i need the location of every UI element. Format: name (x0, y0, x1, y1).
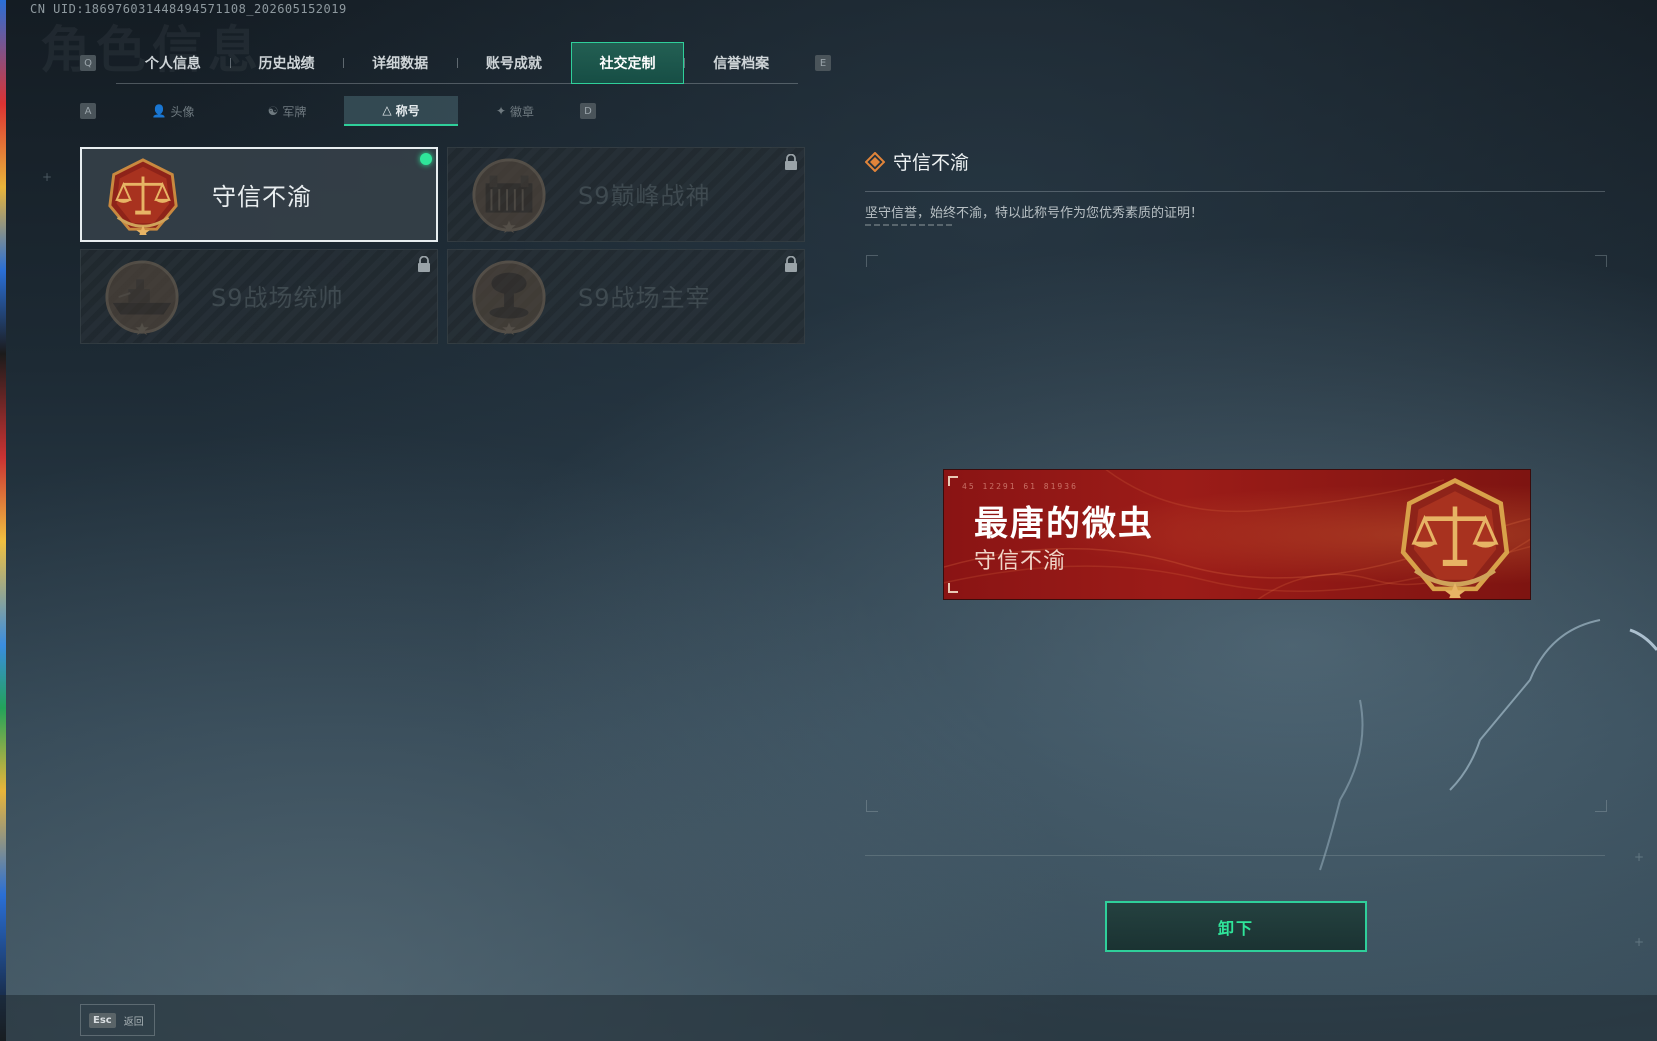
back-label: 返回 (123, 1016, 144, 1028)
main-tab-bar: Q 个人信息 历史战绩 详细数据 账号成就 社交定制 信誉档案 E (80, 42, 831, 84)
diamond-icon (865, 151, 885, 172)
subtab-avatar-label: 头像 (170, 104, 195, 119)
frame-corner (866, 255, 878, 267)
person-icon: 👤 (151, 104, 167, 118)
unequip-button[interactable]: 卸下 (1105, 901, 1367, 952)
description-underline (865, 224, 955, 226)
divider (865, 855, 1605, 856)
subtab-title[interactable]: △ 称号 (344, 96, 458, 126)
fortress-badge-icon (472, 158, 546, 234)
sub-tabs: 👤 头像 ☯ 军牌 △ 称号 ✦ 徽章 (116, 96, 572, 126)
tab-achievements[interactable]: 账号成就 (457, 42, 571, 84)
equipped-indicator (420, 153, 432, 165)
plate-corner (948, 476, 958, 486)
subtab-dogtag[interactable]: ☯ 军牌 (230, 96, 344, 126)
tab-personal-info[interactable]: 个人信息 (116, 42, 230, 84)
triangle-icon: △ (382, 103, 392, 117)
back-button[interactable]: Esc 返回 (80, 1004, 155, 1036)
lock-icon (785, 154, 797, 170)
mushroom-cloud-badge-icon (472, 260, 546, 336)
dogtag-icon: ☯ (267, 104, 279, 118)
lock-icon (418, 256, 430, 272)
subtab-badge-label: 徽章 (510, 104, 535, 119)
subtab-avatar[interactable]: 👤 头像 (116, 96, 230, 126)
subtab-dogtag-label: 军牌 (282, 104, 307, 119)
main-tabs: 个人信息 历史战绩 详细数据 账号成就 社交定制 信誉档案 (116, 42, 798, 84)
title-card-label: S9巅峰战神 (578, 182, 711, 210)
plate-title: 守信不渝 (974, 549, 1067, 574)
frame-corner (866, 800, 878, 812)
title-card-s9-peak[interactable]: S9巅峰战神 (447, 147, 805, 242)
left-edge-strip (0, 0, 6, 1041)
title-card-label: 守信不渝 (212, 183, 312, 211)
subtab-title-label: 称号 (395, 103, 420, 118)
warship-badge-icon (105, 260, 179, 336)
title-card-s9-commander[interactable]: S9战场统帅 (80, 249, 438, 344)
subtab-next-key-hint[interactable]: D (580, 103, 596, 119)
footer-bar (0, 995, 1657, 1041)
subtab-badge[interactable]: ✦ 徽章 (458, 96, 572, 126)
player-name: 最唐的微虫 (974, 504, 1154, 544)
esc-key-hint: Esc (89, 1012, 116, 1028)
lock-icon (785, 256, 797, 272)
detail-header: 守信不渝 (865, 148, 969, 175)
subtab-prev-key-hint[interactable]: A (80, 103, 96, 119)
detail-description: 坚守信誉，始终不渝，特以此称号作为您优秀素质的证明！ (865, 206, 1204, 221)
tab-reputation[interactable]: 信誉档案 (684, 42, 798, 84)
crosshair-mark: + (42, 170, 53, 184)
crosshair-mark: + (1634, 850, 1645, 864)
plate-code: 45 12291 61 81936 (962, 482, 1078, 491)
title-card-s9-dominator[interactable]: S9战场主宰 (447, 249, 805, 344)
plate-corner (948, 583, 958, 593)
tab-prev-key-hint[interactable]: Q (80, 55, 96, 71)
crosshair-mark: + (1634, 935, 1645, 949)
title-card-label: S9战场统帅 (211, 284, 344, 312)
tab-social-customization[interactable]: 社交定制 (570, 42, 685, 84)
tab-next-key-hint[interactable]: E (815, 55, 831, 71)
scales-badge-icon (1400, 478, 1510, 598)
tab-detailed-stats[interactable]: 详细数据 (343, 42, 457, 84)
divider (865, 191, 1605, 192)
scales-badge-icon (108, 158, 178, 235)
tab-match-history[interactable]: 历史战绩 (229, 42, 344, 84)
wings-icon: ✦ (495, 104, 507, 118)
title-card-label: S9战场主宰 (578, 284, 711, 312)
frame-corner (1595, 255, 1607, 267)
sub-tab-bar: A 👤 头像 ☯ 军牌 △ 称号 ✦ 徽章 D (80, 96, 620, 126)
detail-title: 守信不渝 (893, 152, 970, 174)
nameplate-preview: 45 12291 61 81936 最唐的微虫 守信不渝 (943, 469, 1531, 600)
title-card-shouxin[interactable]: 守信不渝 (80, 147, 438, 242)
